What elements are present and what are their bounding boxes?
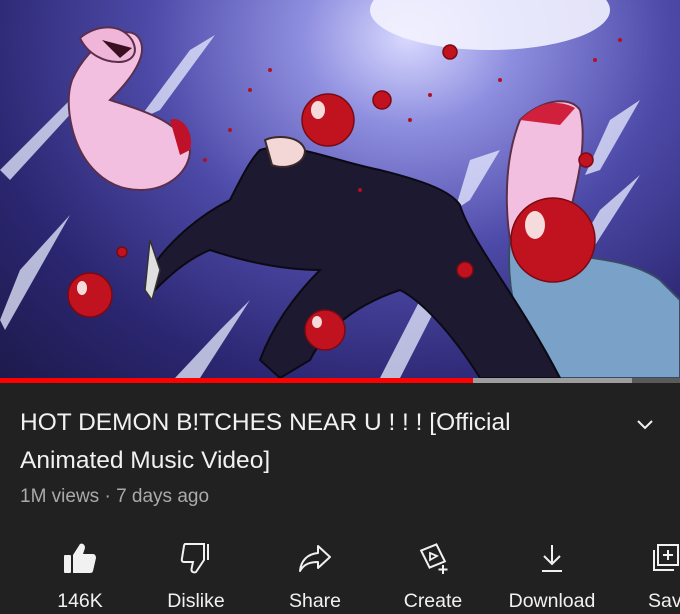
share-label: Share: [288, 590, 342, 612]
video-meta[interactable]: 1M views · 7 days ago: [20, 486, 209, 508]
video-progress-bar[interactable]: [0, 378, 680, 383]
thumbs-down-icon: [176, 538, 216, 578]
chevron-down-icon: [637, 420, 653, 430]
like-button[interactable]: 146K: [48, 530, 112, 614]
add-to-playlist-icon: [652, 538, 680, 578]
create-sparkle-icon: [413, 538, 453, 578]
download-button[interactable]: Download: [504, 530, 600, 614]
save-label: Save: [648, 590, 680, 612]
dislike-button[interactable]: Dislike: [160, 530, 232, 614]
dislike-label: Dislike: [167, 590, 225, 612]
share-arrow-icon: [295, 538, 335, 578]
share-button[interactable]: Share: [280, 530, 350, 614]
create-button[interactable]: Create: [396, 530, 470, 614]
download-icon: [532, 538, 572, 578]
action-bar: 146K Dislike Share Create Download Sav: [0, 530, 680, 614]
video-frame-illustration: [0, 0, 680, 378]
download-label: Download: [508, 590, 596, 612]
progress-played: [0, 378, 473, 383]
video-title[interactable]: HOT DEMON B!TCHES NEAR U ! ! ! [Official…: [20, 404, 610, 480]
progress-buffered: [472, 378, 633, 383]
save-button[interactable]: Save: [640, 530, 680, 614]
video-player[interactable]: [0, 0, 680, 378]
expand-description-button[interactable]: [630, 413, 660, 437]
thumbs-up-filled-icon: [60, 538, 100, 578]
create-label: Create: [403, 590, 463, 612]
video-watch-page: HOT DEMON B!TCHES NEAR U ! ! ! [Official…: [0, 0, 680, 614]
like-count: 146K: [57, 590, 103, 612]
